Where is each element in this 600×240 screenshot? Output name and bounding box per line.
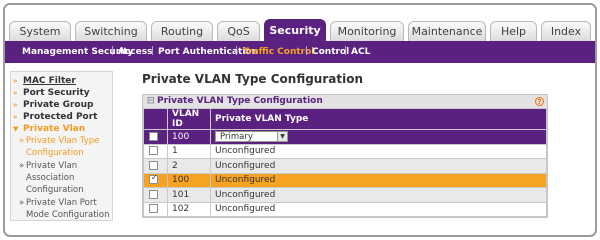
sidebar-subitem-private-vlan-type-configuration[interactable]: » Private Vlan Type Configuration [11, 136, 112, 160]
sidebar-item-label: Port Security [23, 88, 90, 98]
top-tab-bar: System Switching Routing QoS Security Mo… [5, 5, 595, 41]
expanded-arrow-icon: ▼ [13, 125, 19, 133]
panel-title: Private VLAN Type Configuration [157, 96, 323, 106]
table-row[interactable]: 102 Unconfigured [143, 201, 547, 217]
sub-nav: Management Security | Access | Port Auth… [5, 41, 595, 63]
sidebar-subitem-label-line1: Private Vlan [26, 161, 78, 171]
tab-help[interactable]: Help [490, 21, 537, 41]
bullet-icon: » [13, 113, 18, 121]
app-window: System Switching Routing QoS Security Mo… [3, 3, 597, 237]
bullet-icon: » [19, 198, 25, 208]
sidebar-subitem-label-line2: Mode Configuration [26, 210, 110, 220]
sidebar-subitem-label-line3: Configuration [26, 185, 84, 195]
sidebar-subitem-label-line2: Configuration [26, 148, 84, 158]
checkmark-icon: ✓ [151, 173, 158, 183]
type-cell: Unconfigured [210, 172, 547, 188]
dropdown-arrow-icon: ▼ [277, 132, 287, 142]
subnav-separator: | [235, 46, 239, 56]
config-panel: ⊟ Private VLAN Type Configuration ? VLAN… [142, 94, 548, 218]
subnav-separator: | [111, 46, 115, 56]
sidebar-item-label: Private Group [23, 100, 94, 110]
column-header-private-vlan-type: Private VLAN Type [210, 108, 547, 130]
type-cell: Unconfigured [210, 187, 547, 203]
tab-routing[interactable]: Routing [151, 21, 213, 41]
vlan-id-cell: 100 [167, 129, 211, 145]
checkbox-cell [143, 187, 168, 203]
tab-system[interactable]: System [9, 21, 71, 41]
bullet-icon: » [19, 136, 25, 146]
vlan-id-cell: 2 [167, 158, 211, 174]
subnav-access[interactable]: Access [118, 47, 152, 57]
column-header-vlan-id: VLAN ID [167, 108, 211, 130]
tab-monitoring[interactable]: Monitoring [330, 21, 404, 41]
table-row[interactable]: 2 Unconfigured [143, 158, 547, 174]
row-checkbox[interactable] [149, 131, 158, 141]
table-row[interactable]: 1 Unconfigured [143, 143, 547, 159]
page-title: Private VLAN Type Configuration [142, 72, 364, 86]
row-checkbox[interactable] [149, 189, 158, 199]
vlan-id-cell: 1 [167, 143, 211, 159]
header-checkbox-cell [143, 108, 168, 130]
table-row-selected[interactable]: ✓ 100 Unconfigured [143, 172, 547, 188]
type-cell: Unconfigured [210, 158, 547, 174]
tab-index[interactable]: Index [541, 21, 591, 41]
checkbox-cell [143, 129, 168, 145]
checkbox-cell: ✓ [143, 172, 168, 188]
sidebar-item-label: MAC Filter [23, 76, 76, 86]
subnav-separator: | [151, 46, 155, 56]
subnav-acl[interactable]: ACL [351, 47, 370, 57]
vlan-type-table: VLAN ID Private VLAN Type 100 Primary ▼ … [143, 108, 547, 217]
vlan-id-cell: 102 [167, 201, 211, 217]
checkbox-cell [143, 201, 168, 217]
sidebar-subitem-private-vlan-association[interactable]: » Private Vlan Association Configuration [11, 161, 112, 197]
bullet-icon: » [13, 77, 18, 85]
table-header-row: VLAN ID Private VLAN Type [143, 108, 547, 130]
tab-maintenance[interactable]: Maintenance [408, 21, 486, 41]
row-checkbox[interactable] [149, 146, 158, 156]
vlan-type-select[interactable]: Primary ▼ [215, 131, 288, 143]
row-checkbox[interactable] [149, 160, 158, 170]
table-row[interactable]: 101 Unconfigured [143, 187, 547, 203]
row-checkbox[interactable] [149, 204, 158, 214]
tab-security[interactable]: Security [264, 19, 326, 41]
vlan-id-cell: 100 [167, 172, 211, 188]
sidebar-subitem-label-line2: Association [26, 173, 75, 183]
checkbox-cell [143, 158, 168, 174]
subnav-separator: | [344, 46, 348, 56]
bullet-icon: » [19, 161, 25, 171]
tab-qos[interactable]: QoS [217, 21, 260, 41]
table-edit-row: 100 Primary ▼ [143, 129, 547, 145]
type-cell: Unconfigured [210, 201, 547, 217]
type-cell: Primary ▼ [210, 129, 547, 145]
subnav-traffic-control[interactable]: Traffic Control [243, 47, 314, 57]
help-icon[interactable]: ? [535, 97, 544, 106]
checkbox-cell [143, 143, 168, 159]
sidebar-subitem-label-line1: Private Vlan Port [26, 198, 97, 208]
subnav-separator: | [305, 46, 309, 56]
subnav-management-security[interactable]: Management Security [22, 47, 133, 57]
type-cell: Unconfigured [210, 143, 547, 159]
vlan-id-cell: 101 [167, 187, 211, 203]
tab-switching[interactable]: Switching [75, 21, 147, 41]
panel-header: ⊟ Private VLAN Type Configuration ? [143, 95, 547, 108]
sidebar: » MAC Filter » Port Security » Private G… [10, 71, 113, 221]
row-checkbox[interactable]: ✓ [149, 173, 158, 185]
select-value: Primary [220, 132, 253, 143]
sidebar-item-label: Protected Port [23, 112, 98, 122]
sidebar-subitem-private-vlan-port-mode[interactable]: » Private Vlan Port Mode Configuration [11, 198, 112, 220]
bullet-icon: » [13, 101, 18, 109]
sidebar-subitem-label-line1: Private Vlan Type [26, 136, 100, 146]
collapse-icon[interactable]: ⊟ [147, 95, 155, 108]
bullet-icon: » [13, 89, 18, 97]
sidebar-item-label: Private Vlan [23, 124, 86, 134]
